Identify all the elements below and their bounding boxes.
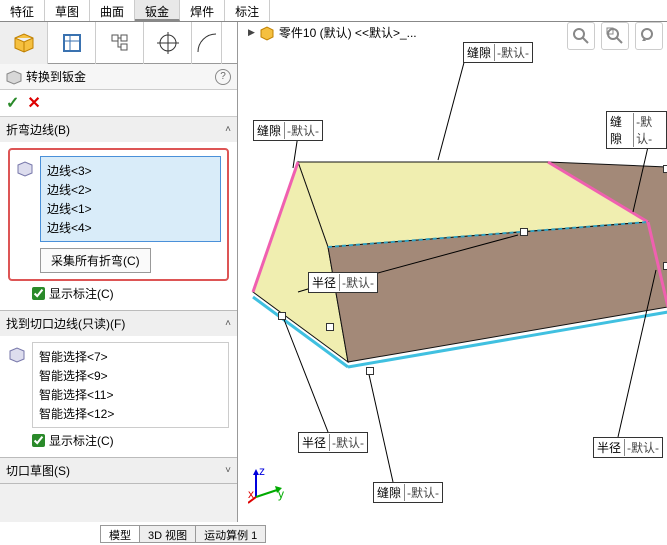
list-item: 智能选择<11>	[37, 385, 224, 404]
panel-title-bar: 转换到钣金 ?	[0, 64, 237, 90]
show-label-row[interactable]: 显示标注(C)	[32, 285, 229, 302]
edge-icon	[8, 346, 26, 364]
edge-marker[interactable]	[663, 165, 667, 173]
list-item[interactable]: 边线<3>	[45, 161, 216, 180]
crosshair-icon	[157, 32, 179, 54]
edge-marker[interactable]	[326, 323, 334, 331]
tab-sketch[interactable]: 草图	[45, 0, 90, 21]
action-row: ✓ ✕	[0, 90, 237, 117]
tab-motion[interactable]: 运动算例 1	[195, 525, 266, 543]
ok-button[interactable]: ✓	[6, 93, 19, 113]
gap-label[interactable]: 缝隙-默认-	[463, 42, 533, 63]
tab-3dview[interactable]: 3D 视图	[139, 525, 196, 543]
dim-tab[interactable]	[144, 22, 192, 64]
svg-text:y: y	[278, 487, 284, 501]
gap-label[interactable]: 缝隙-默认-	[373, 482, 443, 503]
arc-icon	[196, 32, 218, 54]
checkbox-label: 显示标注(C)	[49, 285, 114, 302]
show-label-checkbox-2[interactable]	[32, 434, 45, 447]
panel-title: 转换到钣金	[26, 68, 86, 85]
edge-marker[interactable]	[278, 312, 286, 320]
form-icon	[61, 32, 83, 54]
radius-label[interactable]: 半径-默认-	[298, 432, 368, 453]
gap-label[interactable]: 缝隙-默认-	[606, 111, 667, 149]
cube-icon	[13, 32, 35, 54]
tab-sheetmetal[interactable]: 钣金	[135, 0, 180, 21]
checkbox-label: 显示标注(C)	[49, 432, 114, 449]
edge-icon	[16, 160, 34, 178]
cut-edges-listbox: 智能选择<7> 智能选择<9> 智能选择<11> 智能选择<12>	[32, 342, 229, 428]
tree-icon	[109, 32, 131, 54]
sketch-section-header[interactable]: 切口草图(S) ˅	[0, 458, 237, 483]
bottom-tabs: 模型 3D 视图 运动算例 1	[100, 525, 265, 543]
tab-weld[interactable]: 焊件	[180, 0, 225, 21]
show-label-checkbox[interactable]	[32, 287, 45, 300]
radius-label[interactable]: 半径-默认-	[593, 437, 663, 458]
collect-bends-button[interactable]: 采集所有折弯(C)	[40, 248, 151, 273]
svg-text:x: x	[248, 487, 254, 501]
tab-features[interactable]: 特征	[0, 0, 45, 21]
list-item: 智能选择<12>	[37, 404, 224, 423]
section-label: 找到切口边线(只读)(F)	[6, 315, 125, 332]
command-tabs: 特征 草图 曲面 钣金 焊件 标注	[0, 0, 667, 22]
config-tab[interactable]	[96, 22, 144, 64]
chevron-down-icon: ˅	[225, 465, 231, 476]
convert-sheetmetal-icon	[6, 69, 22, 85]
chevron-up-icon: ˄	[225, 318, 231, 329]
tab-annotate[interactable]: 标注	[225, 0, 270, 21]
list-item[interactable]: 边线<1>	[45, 199, 216, 218]
list-item: 智能选择<7>	[37, 347, 224, 366]
cut-edges-header[interactable]: 找到切口边线(只读)(F) ˄	[0, 311, 237, 336]
svg-text:z: z	[259, 465, 265, 478]
list-item[interactable]: 边线<2>	[45, 180, 216, 199]
section-label: 切口草图(S)	[6, 462, 70, 479]
property-tab[interactable]	[48, 22, 96, 64]
edge-marker[interactable]	[520, 228, 528, 236]
more-tab[interactable]	[192, 22, 222, 64]
highlighted-group: 边线<3> 边线<2> 边线<1> 边线<4> 采集所有折弯(C)	[8, 148, 229, 281]
section-label: 折弯边线(B)	[6, 121, 70, 138]
show-label-row-2[interactable]: 显示标注(C)	[32, 432, 229, 449]
edge-marker[interactable]	[663, 262, 667, 270]
panel-tab-row	[0, 22, 237, 64]
help-icon[interactable]: ?	[215, 69, 231, 85]
feature-manager-tab[interactable]	[0, 22, 48, 64]
cancel-button[interactable]: ✕	[27, 93, 40, 113]
bend-edges-listbox[interactable]: 边线<3> 边线<2> 边线<1> 边线<4>	[40, 156, 221, 242]
chevron-up-icon: ˄	[225, 124, 231, 135]
edge-marker[interactable]	[366, 367, 374, 375]
tab-surface[interactable]: 曲面	[90, 0, 135, 21]
bend-edges-header[interactable]: 折弯边线(B) ˄	[0, 117, 237, 142]
radius-label[interactable]: 半径-默认-	[308, 272, 378, 293]
graphics-viewport[interactable]: ▶ 零件10 (默认) <<默认>_...	[238, 22, 667, 522]
tab-model[interactable]: 模型	[100, 525, 140, 543]
gap-label[interactable]: 缝隙-默认-	[253, 120, 323, 141]
list-item: 智能选择<9>	[37, 366, 224, 385]
list-item[interactable]: 边线<4>	[45, 218, 216, 237]
feature-panel: 转换到钣金 ? ✓ ✕ 折弯边线(B) ˄ 边线<3> 边线<2> 边线<1> …	[0, 22, 238, 522]
view-triad-icon: z y x	[248, 465, 288, 505]
